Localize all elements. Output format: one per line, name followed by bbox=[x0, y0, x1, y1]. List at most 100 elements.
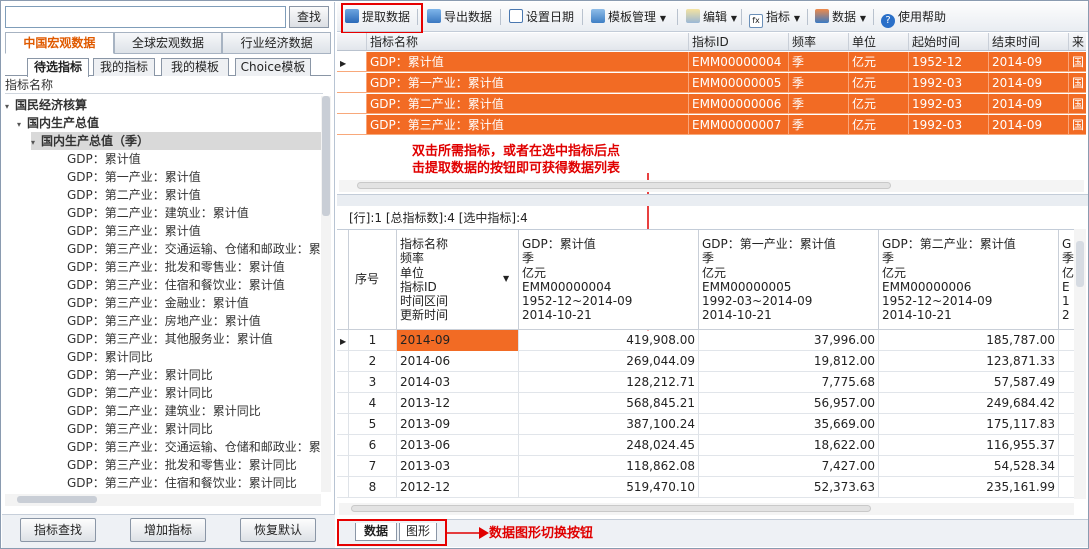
table-row[interactable]: 8 2012-12 519,470.10 52,373.63 235,161.99 bbox=[337, 477, 1074, 498]
search-input[interactable] bbox=[5, 6, 286, 28]
restore-default-button[interactable]: 恢复默认 bbox=[240, 518, 316, 542]
tree-item[interactable]: GDP：第三产业：累计值 bbox=[67, 222, 201, 240]
tree-item[interactable]: ▾ 国内生产总值 bbox=[17, 114, 99, 132]
row-selector[interactable] bbox=[337, 372, 349, 393]
annotation-view-switch: 数据图形切换按钮 bbox=[489, 526, 594, 541]
tab-candidate-indicators[interactable]: 待选指标 bbox=[27, 58, 89, 77]
row-selector[interactable]: ▶ bbox=[337, 52, 367, 71]
tab-industry-data[interactable]: 行业经济数据 bbox=[222, 32, 332, 54]
grid-splitter[interactable] bbox=[337, 194, 1088, 206]
indicator-cell: EMM00000006 bbox=[689, 94, 789, 113]
tab-china-macro[interactable]: 中国宏观数据 bbox=[5, 32, 114, 54]
indicator-tree: ▾ 国民经济核算 ▾ 国内生产总值 ▾ 国内生产总值（季） GDP：累计值 GDP：第一产业：… bbox=[5, 96, 321, 492]
tree-vertical-scrollbar[interactable] bbox=[321, 96, 331, 492]
table-row[interactable]: 2 2014-06 269,044.09 19,812.00 123,871.33 bbox=[337, 351, 1074, 372]
add-indicator-button[interactable]: 增加指标 bbox=[130, 518, 206, 542]
expand-toggle-icon[interactable]: ▾ bbox=[31, 134, 41, 152]
col-end-time[interactable]: 结束时间 bbox=[989, 33, 1069, 50]
tab-choice-templates[interactable]: Choice模板 bbox=[235, 58, 311, 76]
indicator-menu[interactable]: fx 指标 ▼ bbox=[749, 8, 800, 28]
col-source[interactable]: 来 bbox=[1069, 33, 1086, 50]
row-selector[interactable] bbox=[337, 456, 349, 477]
indicator-row[interactable]: GDP：第一产业：累计值 EMM00000005 季亿元 1992-03 2014-09… bbox=[337, 73, 1086, 93]
col-start-time[interactable]: 起始时间 bbox=[909, 33, 989, 50]
tree-item[interactable]: GDP：累计同比 bbox=[67, 348, 153, 366]
tree-item[interactable]: GDP：第三产业：累计同比 bbox=[67, 420, 213, 438]
tree-item[interactable]: GDP：第一产业：累计值 bbox=[67, 168, 201, 186]
value-cell: 18,622.00 bbox=[699, 435, 879, 456]
row-selector[interactable] bbox=[337, 73, 367, 92]
export-icon bbox=[427, 9, 441, 23]
row-selector[interactable] bbox=[337, 94, 367, 113]
table-row[interactable]: 4 2013-12 568,845.21 56,957.00 249,684.42 bbox=[337, 393, 1074, 414]
data-menu[interactable]: 数据 ▼ bbox=[815, 8, 866, 26]
col-indicator-name[interactable]: 指标名称 bbox=[367, 33, 689, 50]
find-indicator-button[interactable]: 指标查找 bbox=[20, 518, 96, 542]
table-row[interactable]: 3 2014-03 128,212.71 7,775.68 57,587.49 bbox=[337, 372, 1074, 393]
col-gdp-secondary[interactable]: GDP：第二产业：累计值 季 亿元 EMM00000006 1952-12~20… bbox=[879, 230, 1059, 330]
tab-global-macro[interactable]: 全球宏观数据 bbox=[113, 32, 223, 54]
col-field-labels[interactable]: 指标名称 频率 单位 指标ID 时间区间 更新时间 bbox=[397, 230, 519, 330]
col-indicator-id[interactable]: 指标ID bbox=[689, 33, 789, 50]
table-row[interactable]: ▶ 1 2014-09 419,908.00 37,996.00 185,787.00 bbox=[337, 330, 1074, 351]
tree-item-label: GDP：第三产业：批发和零售业：累计同比 bbox=[67, 458, 297, 472]
tree-item[interactable]: GDP：第三产业：住宿和餐饮业：累计值 bbox=[67, 276, 285, 294]
indicator-row[interactable]: GDP：第三产业：累计值 EMM00000007 季亿元 1992-03 2014-09… bbox=[337, 115, 1086, 135]
tree-item[interactable]: GDP：第三产业：金融业：累计值 bbox=[67, 294, 249, 312]
col-gdp-primary[interactable]: GDP：第一产业：累计值 季 亿元 EMM00000005 1992-03~20… bbox=[699, 230, 879, 330]
export-data-button[interactable]: 导出数据 bbox=[427, 8, 492, 26]
help-button[interactable]: ? 使用帮助 bbox=[881, 8, 946, 28]
tree-item[interactable]: GDP：第一产业：累计同比 bbox=[67, 366, 213, 384]
grid-status-text: [行]:1 [总指标数]:4 [选中指标]:4 bbox=[349, 211, 528, 225]
results-horizontal-scrollbar[interactable] bbox=[339, 503, 1074, 515]
tree-item[interactable]: GDP：第三产业：交通运输、仓储和邮政业：累 bbox=[67, 240, 321, 258]
row-selector[interactable] bbox=[337, 393, 349, 414]
tree-item[interactable]: GDP：第三产业：交通运输、仓储和邮政业：累 bbox=[67, 438, 321, 456]
tree-horizontal-scrollbar[interactable] bbox=[5, 494, 321, 506]
search-bar: 查找 bbox=[5, 6, 331, 28]
set-date-button[interactable]: 设置日期 bbox=[509, 8, 574, 26]
row-selector[interactable] bbox=[337, 414, 349, 435]
col-seq[interactable]: 序号 bbox=[349, 230, 397, 330]
table-row[interactable]: 5 2013-09 387,100.24 35,669.00 175,117.83 bbox=[337, 414, 1074, 435]
tab-my-templates[interactable]: 我的模板 bbox=[161, 58, 229, 76]
results-vertical-scrollbar[interactable] bbox=[1074, 229, 1086, 499]
tree-item[interactable]: ▾ 国民经济核算 bbox=[5, 96, 87, 114]
value-cell: 35,669.00 bbox=[699, 414, 879, 435]
tree-item[interactable]: GDP：第三产业：房地产业：累计值 bbox=[67, 312, 261, 330]
col-frequency[interactable]: 频率 bbox=[789, 33, 849, 50]
template-manage-menu[interactable]: 模板管理 ▼ bbox=[591, 8, 666, 26]
indicator-row[interactable]: ▶ GDP：累计值 EMM00000004 季亿元 1952-12 2014-09 国 bbox=[337, 52, 1086, 72]
tree-item[interactable]: GDP：第二产业：建筑业：累计值 bbox=[67, 204, 249, 222]
col-gdp-total[interactable]: GDP：累计值 季 亿元 EMM00000004 1952-12~2014-09… bbox=[519, 230, 699, 330]
expand-toggle-icon[interactable]: ▾ bbox=[5, 98, 15, 116]
tab-my-indicators[interactable]: 我的指标 bbox=[93, 58, 155, 76]
value-cell: 52,373.63 bbox=[699, 477, 879, 498]
row-selector[interactable]: ▶ bbox=[337, 330, 349, 351]
indicator-cell: 2014-09 bbox=[989, 115, 1069, 134]
row-selector[interactable] bbox=[337, 115, 367, 134]
upper-grid-horizontal-scrollbar[interactable] bbox=[339, 180, 1084, 192]
tree-item[interactable]: GDP：第二产业：累计同比 bbox=[67, 384, 213, 402]
tree-item[interactable]: GDP：第二产业：累计值 bbox=[67, 186, 201, 204]
indicator-row[interactable]: GDP：第二产业：累计值 EMM00000006 季亿元 1992-03 2014-09… bbox=[337, 94, 1086, 114]
col-unit[interactable]: 单位 bbox=[849, 33, 909, 50]
tree-item[interactable]: GDP：第三产业：住宿和餐饮业：累计同比 bbox=[67, 474, 297, 492]
tree-item[interactable]: GDP：第三产业：其他服务业：累计值 bbox=[67, 330, 273, 348]
tree-item[interactable]: GDP：第三产业：批发和零售业：累计同比 bbox=[67, 456, 297, 474]
table-row[interactable]: 6 2013-06 248,024.45 18,622.00 116,955.37 bbox=[337, 435, 1074, 456]
row-selector[interactable] bbox=[337, 351, 349, 372]
tree-item[interactable]: GDP：第三产业：批发和零售业：累计值 bbox=[67, 258, 285, 276]
edit-menu[interactable]: 编辑 ▼ bbox=[686, 8, 737, 26]
value-cell: 248,024.45 bbox=[519, 435, 699, 456]
row-selector[interactable] bbox=[337, 477, 349, 498]
value-cell: 19,812.00 bbox=[699, 351, 879, 372]
search-button[interactable]: 查找 bbox=[289, 6, 329, 28]
tree-item[interactable]: GDP：第二产业：建筑业：累计同比 bbox=[67, 402, 261, 420]
expand-toggle-icon[interactable]: ▾ bbox=[17, 116, 27, 134]
col-gdp-tertiary[interactable]: G 季 亿 E 1 2 bbox=[1059, 230, 1074, 330]
table-row[interactable]: 7 2013-03 118,862.08 7,427.00 54,528.34 bbox=[337, 456, 1074, 477]
row-selector[interactable] bbox=[337, 435, 349, 456]
tree-item[interactable]: GDP：累计值 bbox=[67, 150, 141, 168]
tree-item[interactable]: ▾ 国内生产总值（季） bbox=[31, 132, 321, 150]
